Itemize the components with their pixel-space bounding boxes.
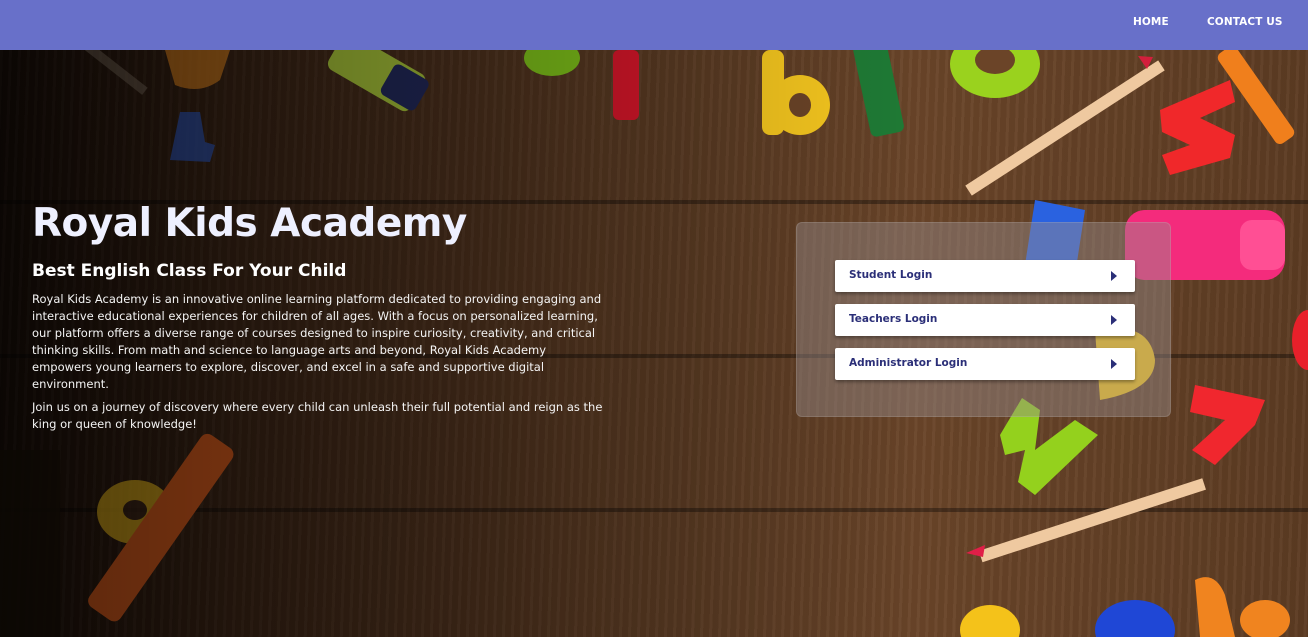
login-card: Student Login Teachers Login Administrat…	[796, 222, 1171, 417]
page-subtitle: Best English Class For Your Child	[32, 261, 347, 281]
page-title: Royal Kids Academy	[32, 201, 467, 246]
top-navbar: HOME CONTACT US	[0, 0, 1308, 50]
teachers-login-button[interactable]: Teachers Login	[835, 304, 1135, 336]
caret-right-icon	[1111, 315, 1117, 325]
nav-contact-link[interactable]: CONTACT US	[1207, 16, 1283, 28]
caret-right-icon	[1111, 271, 1117, 281]
hero-text-block: Royal Kids Academy Best English Class Fo…	[32, 198, 607, 433]
teachers-login-label: Teachers Login	[849, 313, 938, 325]
caret-right-icon	[1111, 359, 1117, 369]
nav-home-link[interactable]: HOME	[1133, 16, 1169, 28]
description-paragraph: Royal Kids Academy is an innovative onli…	[32, 292, 602, 391]
student-login-button[interactable]: Student Login	[835, 260, 1135, 292]
student-login-label: Student Login	[849, 269, 933, 281]
administrator-login-label: Administrator Login	[849, 357, 968, 369]
description-paragraph-2: Join us on a journey of discovery where …	[32, 400, 603, 431]
administrator-login-button[interactable]: Administrator Login	[835, 348, 1135, 380]
